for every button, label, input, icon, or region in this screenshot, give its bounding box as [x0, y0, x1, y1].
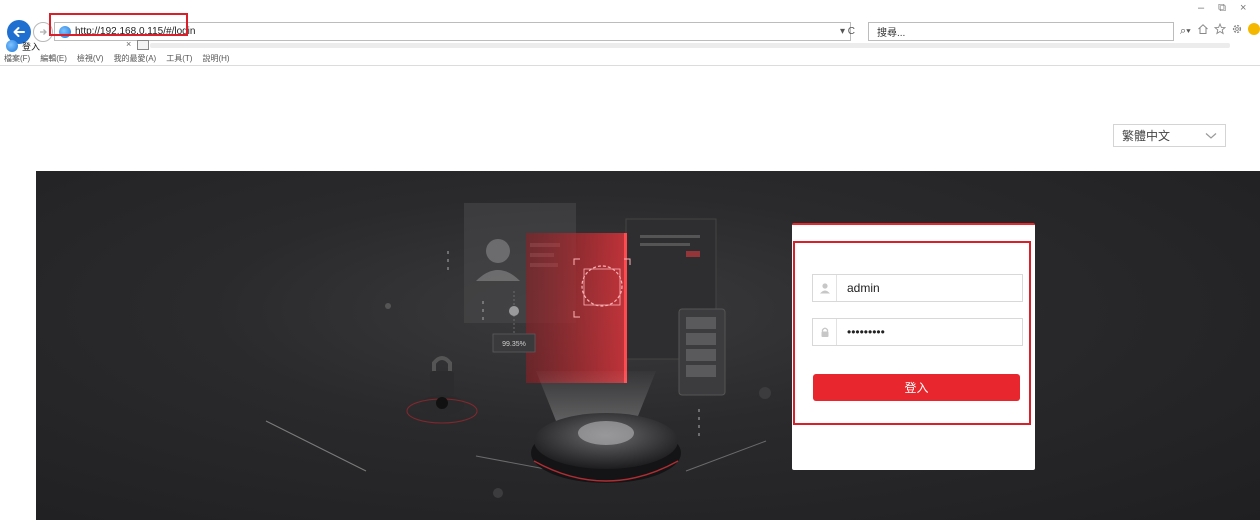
password-field[interactable] [812, 318, 1023, 346]
restore-button[interactable]: ⧉ [1218, 2, 1226, 15]
chevron-down-icon [1205, 132, 1217, 139]
menu-bar: 檔案(F) 編輯(E) 檢視(V) 我的最愛(A) 工具(T) 說明(H) [4, 53, 230, 64]
lock-icon [813, 319, 837, 345]
username-field[interactable] [812, 274, 1023, 302]
menu-file[interactable]: 檔案(F) [4, 53, 30, 64]
arrow-right-icon [40, 29, 47, 35]
close-window-button[interactable]: × [1240, 2, 1246, 15]
address-highlight-box [49, 13, 188, 36]
new-tab-button[interactable] [137, 40, 149, 50]
password-input[interactable] [837, 320, 1022, 344]
page-root: http://192.168.0.115/#/login ▾ C 搜尋... ⌕… [0, 0, 1260, 520]
menu-edit[interactable]: 編輯(E) [40, 53, 67, 64]
username-input[interactable] [837, 276, 1022, 300]
browser-chrome: http://192.168.0.115/#/login ▾ C 搜尋... ⌕… [0, 0, 1260, 66]
menu-view[interactable]: 檢視(V) [77, 53, 104, 64]
window-controls: – ⧉ × [1198, 2, 1246, 15]
star-icon[interactable] [1213, 22, 1226, 35]
language-selected: 繁體中文 [1122, 129, 1171, 143]
language-select[interactable]: 繁體中文 [1113, 124, 1226, 147]
refresh-button[interactable]: ▾ C [840, 22, 855, 41]
search-icon: ⌕▾ [1180, 25, 1191, 37]
tab-close-icon[interactable]: × [126, 39, 131, 49]
menu-help[interactable]: 說明(H) [202, 53, 229, 64]
refresh-icon: ▾ C [840, 26, 856, 37]
user-icon [813, 275, 837, 301]
match-score-label: 99.35% [502, 341, 526, 348]
minimize-button[interactable]: – [1198, 2, 1204, 15]
browser-toolbar-icons [1196, 22, 1260, 35]
search-placeholder: 搜尋... [877, 28, 906, 39]
hero-banner: 99.35% [36, 171, 1260, 520]
gear-icon[interactable] [1230, 22, 1243, 35]
smiley-icon[interactable] [1247, 22, 1260, 35]
menu-tools[interactable]: 工具(T) [166, 53, 192, 64]
tab-login[interactable]: 登入 [6, 40, 146, 52]
tab-favicon-icon [6, 40, 18, 52]
search-input[interactable]: 搜尋... [868, 22, 1174, 41]
tab-title: 登入 [22, 41, 41, 52]
home-icon[interactable] [1196, 22, 1209, 35]
login-button[interactable]: 登入 [813, 374, 1020, 401]
tab-strip [150, 43, 1230, 48]
search-button[interactable]: ⌕▾ [1180, 22, 1191, 41]
menu-favorites[interactable]: 我的最愛(A) [114, 53, 157, 64]
arrow-left-icon [13, 27, 25, 37]
face-recognition-illustration: 99.35% [265, 203, 771, 498]
